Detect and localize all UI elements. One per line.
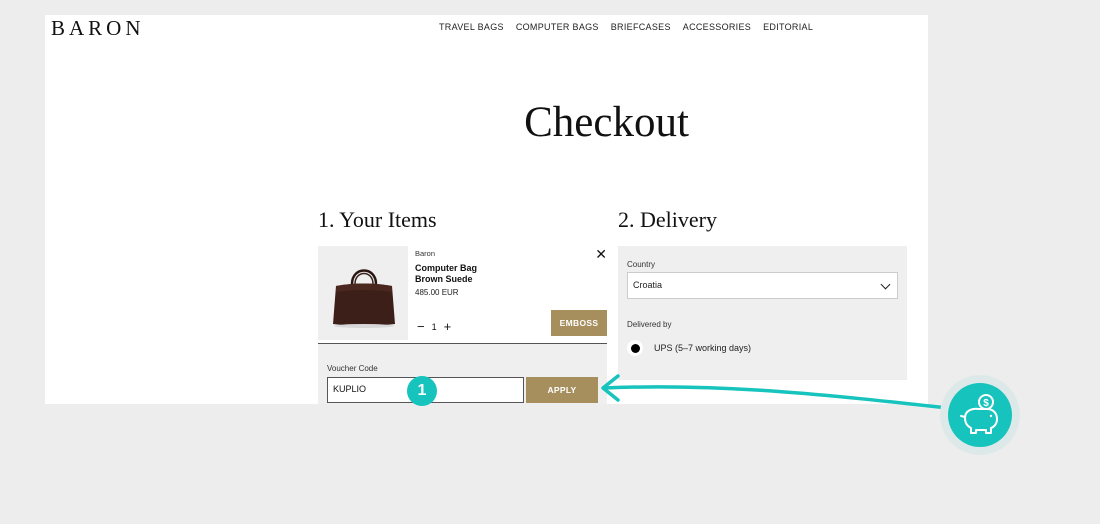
step-badge: 1	[407, 376, 437, 406]
annotation-arrow	[601, 374, 949, 410]
piggy-bank-dollar-icon: $	[948, 383, 1012, 447]
piggy-bank-icon-glyph: $	[960, 394, 998, 434]
svg-text:$: $	[983, 398, 989, 409]
